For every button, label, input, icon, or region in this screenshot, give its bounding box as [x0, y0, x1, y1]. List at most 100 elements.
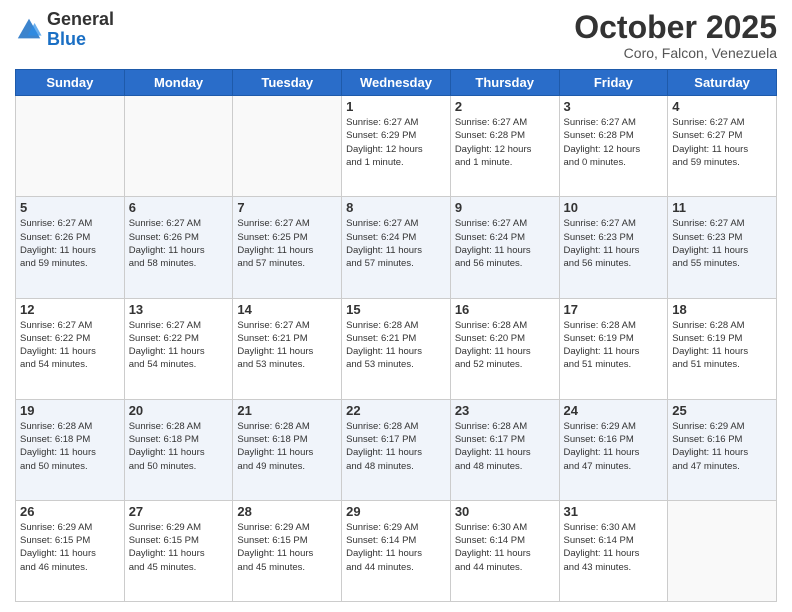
calendar-cell: [233, 96, 342, 197]
day-info: Sunrise: 6:28 AMSunset: 6:20 PMDaylight:…: [455, 319, 555, 372]
day-header-saturday: Saturday: [668, 70, 777, 96]
calendar-cell: 15Sunrise: 6:28 AMSunset: 6:21 PMDayligh…: [342, 298, 451, 399]
day-info: Sunrise: 6:29 AMSunset: 6:15 PMDaylight:…: [20, 521, 120, 574]
day-info: Sunrise: 6:30 AMSunset: 6:14 PMDaylight:…: [564, 521, 664, 574]
day-header-sunday: Sunday: [16, 70, 125, 96]
page: General Blue October 2025 Coro, Falcon, …: [0, 0, 792, 612]
calendar-cell: 7 Sunrise: 6:27 AMSunset: 6:25 PMDaylight…: [233, 197, 342, 298]
day-header-monday: Monday: [124, 70, 233, 96]
day-info: Sunrise: 6:27 AMSunset: 6:28 PMDaylight:…: [564, 116, 664, 169]
calendar-cell: 9 Sunrise: 6:27 AMSunset: 6:24 PMDaylight…: [450, 197, 559, 298]
calendar-cell: 10 Sunrise: 6:27 AMSunset: 6:23 PMDayligh…: [559, 197, 668, 298]
day-info: Sunrise: 6:27 AMSunset: 6:22 PMDaylight:…: [129, 319, 229, 372]
calendar-cell: 4Sunrise: 6:27 AMSunset: 6:27 PMDaylight…: [668, 96, 777, 197]
calendar-week-4: 19Sunrise: 6:28 AMSunset: 6:18 PMDayligh…: [16, 399, 777, 500]
day-info: Sunrise: 6:29 AMSunset: 6:16 PMDaylight:…: [672, 420, 772, 473]
day-info: Sunrise: 6:30 AMSunset: 6:14 PMDaylight:…: [455, 521, 555, 574]
day-info: Sunrise: 6:27 AMSunset: 6:23 PMDaylight:…: [672, 217, 772, 270]
day-info: Sunrise: 6:29 AMSunset: 6:15 PMDaylight:…: [129, 521, 229, 574]
calendar: SundayMondayTuesdayWednesdayThursdayFrid…: [15, 69, 777, 602]
calendar-cell: 25 Sunrise: 6:29 AMSunset: 6:16 PMDayligh…: [668, 399, 777, 500]
day-number: 22: [346, 403, 446, 418]
day-number: 23: [455, 403, 555, 418]
calendar-cell: 18 Sunrise: 6:28 AMSunset: 6:19 PMDayligh…: [668, 298, 777, 399]
day-number: 21: [237, 403, 337, 418]
calendar-cell: 13 Sunrise: 6:27 AMSunset: 6:22 PMDayligh…: [124, 298, 233, 399]
day-info: Sunrise: 6:27 AMSunset: 6:22 PMDaylight:…: [20, 319, 120, 372]
calendar-cell: 27 Sunrise: 6:29 AMSunset: 6:15 PMDayligh…: [124, 500, 233, 601]
logo-blue-text: Blue: [47, 29, 86, 49]
day-info: Sunrise: 6:27 AMSunset: 6:27 PMDaylight:…: [672, 116, 772, 169]
day-number: 11: [672, 200, 772, 215]
day-number: 16: [455, 302, 555, 317]
day-info: Sunrise: 6:29 AMSunset: 6:16 PMDaylight:…: [564, 420, 664, 473]
day-info: Sunrise: 6:28 AMSunset: 6:17 PMDaylight:…: [455, 420, 555, 473]
day-number: 6: [129, 200, 229, 215]
day-header-wednesday: Wednesday: [342, 70, 451, 96]
calendar-cell: 14 Sunrise: 6:27 AMSunset: 6:21 PMDayligh…: [233, 298, 342, 399]
day-info: Sunrise: 6:28 AMSunset: 6:19 PMDaylight:…: [672, 319, 772, 372]
calendar-cell: 6 Sunrise: 6:27 AMSunset: 6:26 PMDaylight…: [124, 197, 233, 298]
day-number: 14: [237, 302, 337, 317]
day-info: Sunrise: 6:28 AMSunset: 6:17 PMDaylight:…: [346, 420, 446, 473]
title-area: October 2025 Coro, Falcon, Venezuela: [574, 10, 777, 61]
calendar-cell: 16 Sunrise: 6:28 AMSunset: 6:20 PMDayligh…: [450, 298, 559, 399]
day-number: 9: [455, 200, 555, 215]
calendar-cell: 21Sunrise: 6:28 AMSunset: 6:18 PMDayligh…: [233, 399, 342, 500]
calendar-cell: 26 Sunrise: 6:29 AMSunset: 6:15 PMDayligh…: [16, 500, 125, 601]
day-info: Sunrise: 6:27 AMSunset: 6:26 PMDaylight:…: [20, 217, 120, 270]
calendar-cell: 19Sunrise: 6:28 AMSunset: 6:18 PMDayligh…: [16, 399, 125, 500]
calendar-cell: 22 Sunrise: 6:28 AMSunset: 6:17 PMDayligh…: [342, 399, 451, 500]
day-number: 12: [20, 302, 120, 317]
calendar-cell: [668, 500, 777, 601]
day-number: 27: [129, 504, 229, 519]
calendar-week-2: 5Sunrise: 6:27 AMSunset: 6:26 PMDaylight…: [16, 197, 777, 298]
calendar-cell: 12 Sunrise: 6:27 AMSunset: 6:22 PMDayligh…: [16, 298, 125, 399]
day-number: 2: [455, 99, 555, 114]
calendar-header-row: SundayMondayTuesdayWednesdayThursdayFrid…: [16, 70, 777, 96]
calendar-cell: 31Sunrise: 6:30 AMSunset: 6:14 PMDayligh…: [559, 500, 668, 601]
day-number: 7: [237, 200, 337, 215]
day-info: Sunrise: 6:27 AMSunset: 6:21 PMDaylight:…: [237, 319, 337, 372]
calendar-cell: 3Sunrise: 6:27 AMSunset: 6:28 PMDaylight…: [559, 96, 668, 197]
day-number: 29: [346, 504, 446, 519]
calendar-cell: 28 Sunrise: 6:29 AMSunset: 6:15 PMDayligh…: [233, 500, 342, 601]
day-info: Sunrise: 6:29 AMSunset: 6:15 PMDaylight:…: [237, 521, 337, 574]
calendar-cell: 8 Sunrise: 6:27 AMSunset: 6:24 PMDaylight…: [342, 197, 451, 298]
day-number: 10: [564, 200, 664, 215]
day-number: 13: [129, 302, 229, 317]
logo-icon: [15, 16, 43, 44]
day-info: Sunrise: 6:28 AMSunset: 6:18 PMDaylight:…: [20, 420, 120, 473]
calendar-cell: 5Sunrise: 6:27 AMSunset: 6:26 PMDaylight…: [16, 197, 125, 298]
day-info: Sunrise: 6:29 AMSunset: 6:14 PMDaylight:…: [346, 521, 446, 574]
day-info: Sunrise: 6:27 AMSunset: 6:25 PMDaylight:…: [237, 217, 337, 270]
day-info: Sunrise: 6:27 AMSunset: 6:29 PMDaylight:…: [346, 116, 446, 169]
day-number: 28: [237, 504, 337, 519]
day-info: Sunrise: 6:27 AMSunset: 6:24 PMDaylight:…: [455, 217, 555, 270]
calendar-week-3: 12 Sunrise: 6:27 AMSunset: 6:22 PMDayligh…: [16, 298, 777, 399]
day-number: 24: [564, 403, 664, 418]
day-number: 30: [455, 504, 555, 519]
calendar-cell: 2Sunrise: 6:27 AMSunset: 6:28 PMDaylight…: [450, 96, 559, 197]
calendar-cell: 11 Sunrise: 6:27 AMSunset: 6:23 PMDayligh…: [668, 197, 777, 298]
day-header-tuesday: Tuesday: [233, 70, 342, 96]
calendar-cell: [16, 96, 125, 197]
day-info: Sunrise: 6:27 AMSunset: 6:23 PMDaylight:…: [564, 217, 664, 270]
calendar-week-1: 1Sunrise: 6:27 AMSunset: 6:29 PMDaylight…: [16, 96, 777, 197]
location: Coro, Falcon, Venezuela: [574, 45, 777, 61]
calendar-week-5: 26 Sunrise: 6:29 AMSunset: 6:15 PMDayligh…: [16, 500, 777, 601]
calendar-cell: 23 Sunrise: 6:28 AMSunset: 6:17 PMDayligh…: [450, 399, 559, 500]
day-number: 25: [672, 403, 772, 418]
day-header-friday: Friday: [559, 70, 668, 96]
calendar-cell: 17 Sunrise: 6:28 AMSunset: 6:19 PMDayligh…: [559, 298, 668, 399]
day-info: Sunrise: 6:27 AMSunset: 6:24 PMDaylight:…: [346, 217, 446, 270]
day-info: Sunrise: 6:28 AMSunset: 6:19 PMDaylight:…: [564, 319, 664, 372]
calendar-cell: 29 Sunrise: 6:29 AMSunset: 6:14 PMDayligh…: [342, 500, 451, 601]
day-number: 8: [346, 200, 446, 215]
day-number: 17: [564, 302, 664, 317]
calendar-cell: 24 Sunrise: 6:29 AMSunset: 6:16 PMDayligh…: [559, 399, 668, 500]
day-info: Sunrise: 6:27 AMSunset: 6:26 PMDaylight:…: [129, 217, 229, 270]
day-number: 26: [20, 504, 120, 519]
month-title: October 2025: [574, 10, 777, 45]
day-number: 18: [672, 302, 772, 317]
